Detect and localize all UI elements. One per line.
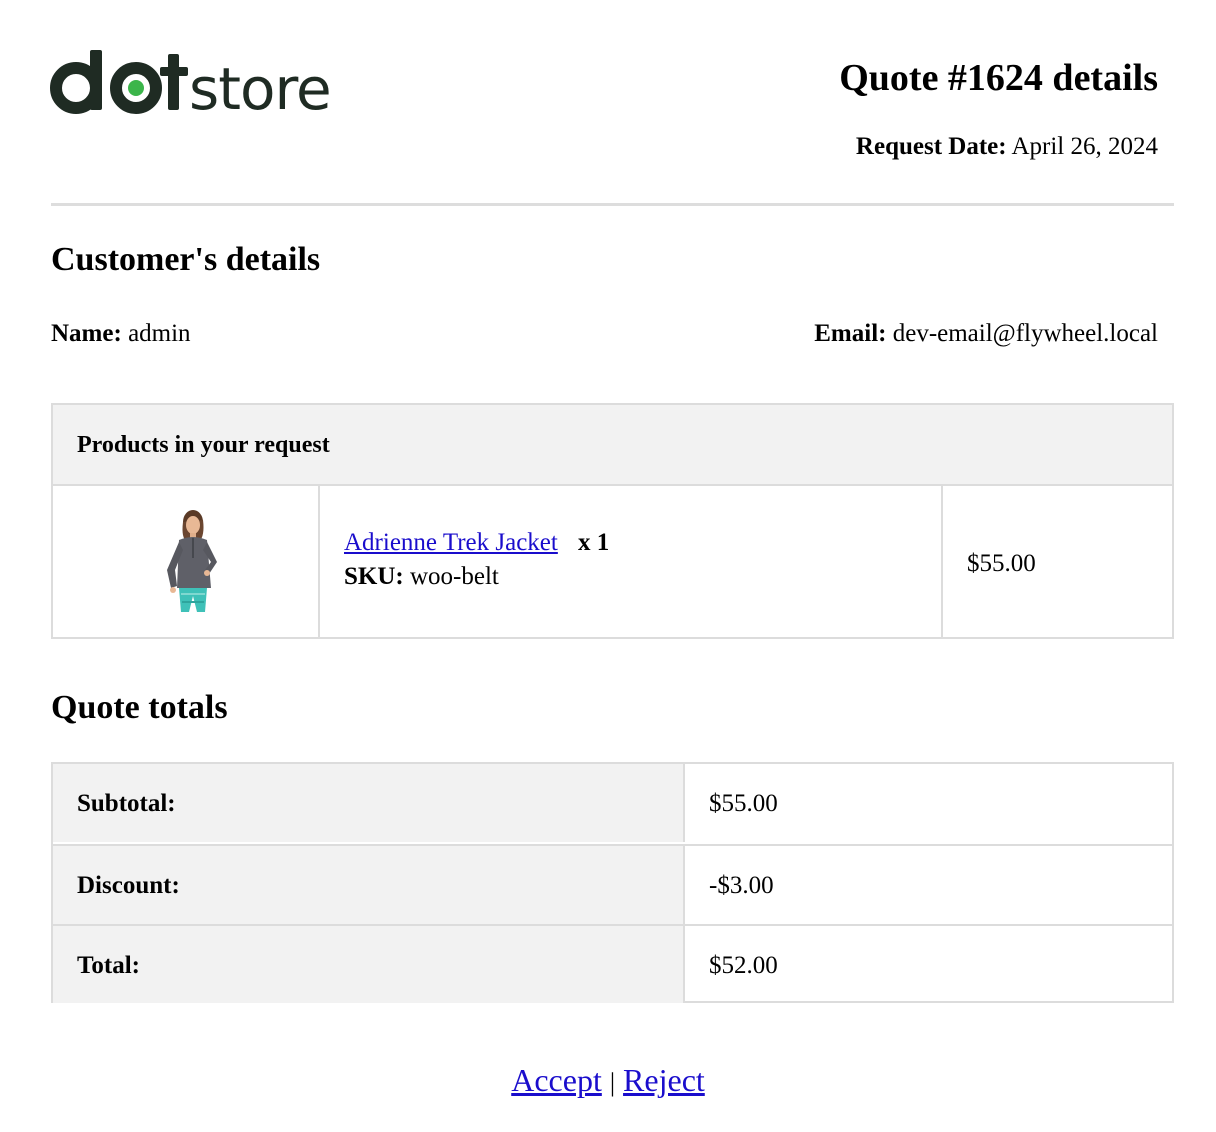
customer-email-value: dev-email@flywheel.local [892,320,1158,347]
quote-actions: Accept | Reject [0,1060,1216,1103]
totals-label-cell: Discount: [53,846,685,924]
product-name-link[interactable]: Adrienne Trek Jacket [344,526,558,560]
totals-row-subtotal: Subtotal: $55.00 [53,764,1172,842]
totals-table: Subtotal: $55.00 Discount: -$3.00 Total:… [51,762,1174,1003]
product-price-cell: $55.00 [943,486,1172,637]
product-sku: SKU: woo-belt [344,560,499,594]
discount-value: -$3.00 [709,872,774,899]
totals-row-total: Total: $52.00 [53,924,1172,1003]
products-table-header: Products in your request [53,405,1172,486]
totals-label-cell: Subtotal: [53,764,685,842]
header-divider [51,203,1174,206]
action-separator: | [609,1068,616,1097]
product-image-cell [53,486,320,637]
customer-email-label: Email: [814,320,887,347]
request-date-value: April 26, 2024 [1011,133,1158,160]
totals-row-discount: Discount: -$3.00 [53,844,1172,924]
request-date-label: Request Date: [855,133,1007,160]
product-price: $55.00 [967,550,1036,577]
discount-label: Discount: [77,872,180,899]
total-label: Total: [77,952,140,979]
products-header-label: Products in your request [77,432,330,458]
reject-link[interactable]: Reject [623,1062,705,1098]
customer-section-title: Customer's details [51,241,321,278]
accept-link[interactable]: Accept [511,1062,602,1098]
subtotal-value: $55.00 [709,790,778,817]
request-date: Request Date: April 26, 2024 [856,130,1158,164]
totals-section-title: Quote totals [51,689,228,726]
logo-wordmark-store: store [189,55,331,114]
customer-name-value: admin [128,320,191,347]
dotstore-logo: store [50,50,332,114]
total-value: $52.00 [709,952,778,979]
customer-name-label: Name: [51,320,122,347]
totals-label-cell: Total: [53,926,685,1003]
product-quantity: x 1 [578,529,610,556]
subtotal-label: Subtotal: [77,790,176,817]
product-info-cell: Adrienne Trek Jacket x 1 SKU: woo-belt [320,486,943,637]
customer-email: Email: dev-email@flywheel.local [814,317,1158,351]
products-table: Products in your request Adrienne Trek J… [51,403,1174,639]
product-sku-label: SKU: [344,563,404,590]
product-jacket-photo[interactable] [151,508,231,618]
customer-name: Name: admin [51,317,191,351]
quote-email: store Quote #1624 details Request Date: … [0,0,1216,1132]
quote-title: Quote #1624 details [839,57,1158,99]
product-sku-value: woo-belt [409,563,499,590]
